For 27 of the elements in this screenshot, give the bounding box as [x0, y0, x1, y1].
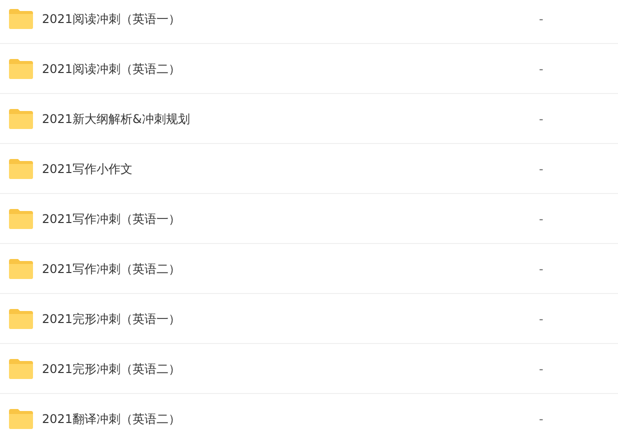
folder-icon	[9, 208, 33, 228]
file-size: -	[539, 160, 544, 178]
folder-icon	[9, 358, 33, 378]
folder-icon	[9, 8, 33, 28]
folder-name[interactable]: 2021写作小作文	[42, 160, 133, 178]
file-size: -	[539, 360, 544, 378]
folder-icon	[9, 258, 33, 278]
file-size: -	[539, 210, 544, 228]
folder-name[interactable]: 2021写作冲刺（英语二）	[42, 260, 181, 278]
file-size: -	[539, 110, 544, 128]
folder-icon	[9, 108, 33, 128]
file-size: -	[539, 10, 544, 28]
folder-name[interactable]: 2021完形冲刺（英语一）	[42, 310, 181, 328]
folder-icon	[9, 58, 33, 78]
file-size: -	[539, 260, 544, 278]
folder-name[interactable]: 2021阅读冲刺（英语二）	[42, 60, 181, 78]
folder-icon	[9, 308, 33, 328]
folder-icon	[9, 158, 33, 178]
folder-name[interactable]: 2021翻译冲刺（英语二）	[42, 410, 181, 428]
folder-icon	[9, 408, 33, 428]
file-size: -	[539, 310, 544, 328]
folder-name[interactable]: 2021阅读冲刺（英语一）	[42, 10, 181, 28]
folder-name[interactable]: 2021新大纲解析&冲刺规划	[42, 110, 190, 128]
folder-name[interactable]: 2021完形冲刺（英语二）	[42, 360, 181, 378]
file-size: -	[539, 410, 544, 428]
file-size: -	[539, 60, 544, 78]
folder-name[interactable]: 2021写作冲刺（英语一）	[42, 210, 181, 228]
